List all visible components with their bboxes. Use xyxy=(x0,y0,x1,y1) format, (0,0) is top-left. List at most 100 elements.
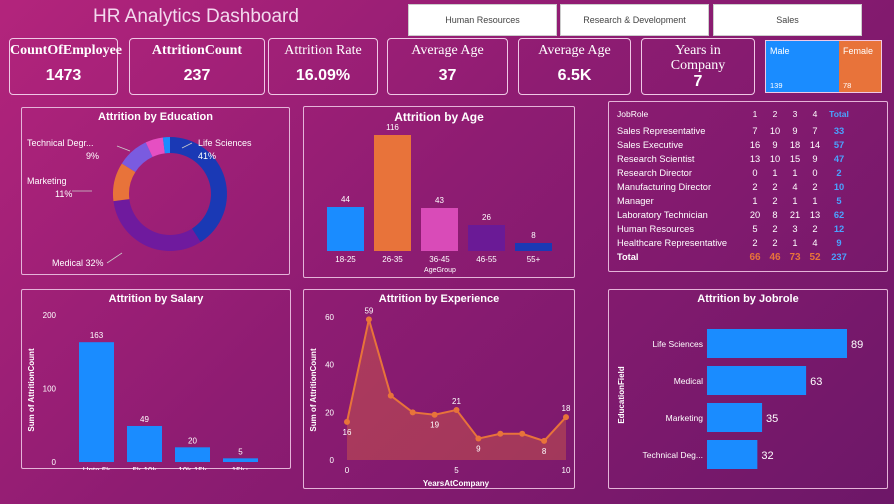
education-donut-chart: Life Sciences 41% Medical 32% Marketing 11% T… xyxy=(27,137,252,268)
cell-value: 1 xyxy=(792,168,798,178)
row-label: Total xyxy=(617,252,639,262)
bar xyxy=(175,447,210,462)
cell-value: 1 xyxy=(792,196,798,206)
table-row[interactable]: Human Resources 5 2 3 2 12 xyxy=(617,222,853,236)
dashboard-title: HR Analytics Dashboard xyxy=(93,6,299,27)
y-tick-label: 0 xyxy=(330,456,335,465)
cell-value: 20 xyxy=(749,210,761,220)
cell-value: 0 xyxy=(752,168,758,178)
cell-value: 3 xyxy=(792,224,798,234)
table-row[interactable]: Manager 1 2 1 1 5 xyxy=(617,194,853,208)
cell-value: 46 xyxy=(769,251,781,263)
kpi-value: 1473 xyxy=(45,67,82,84)
bar-value-label: 35 xyxy=(766,413,778,425)
bar xyxy=(707,329,847,358)
data-point xyxy=(365,316,372,323)
cell-value: 4 xyxy=(812,238,818,248)
cell-value: 21 xyxy=(789,210,801,220)
row-label: Healthcare Representative xyxy=(617,238,728,248)
cell-value: 9 xyxy=(812,154,818,164)
x-axis-title: YearsAtCompany xyxy=(423,479,490,488)
data-point xyxy=(519,430,526,437)
y-tick-label: Medical xyxy=(674,376,703,386)
table-row[interactable]: Manufacturing Director 2 2 4 2 10 xyxy=(617,180,853,194)
cell-value: Total xyxy=(829,109,849,119)
cell-value: 10 xyxy=(833,182,845,192)
row-label: Laboratory Technician xyxy=(617,210,708,220)
cell-value: 73 xyxy=(789,251,801,263)
jobrole-bar-chart: EducationField Life Sciences 89 Medical 63 Ma… xyxy=(617,329,863,469)
cell-value: 1 xyxy=(752,196,758,206)
table-row[interactable]: Laboratory Technician 20 8 21 13 62 xyxy=(617,208,853,222)
data-point xyxy=(541,437,548,444)
table-row[interactable]: Sales Executive 16 9 18 14 57 xyxy=(617,138,853,152)
cell-value: 2 xyxy=(836,168,842,178)
x-tick-label: Upto 5k xyxy=(83,466,112,470)
experience-area-chart: 0 20 40 60 0 5 10 Sum of AttritionCount YearsAtC… xyxy=(309,306,571,488)
cell-value: 8 xyxy=(772,210,778,220)
donut-label: Life Sciences xyxy=(198,138,252,148)
cell-value: 62 xyxy=(833,210,845,220)
cell-value: 9 xyxy=(772,140,778,150)
x-tick-label: 26-35 xyxy=(382,255,403,264)
bar-value-label: 32 xyxy=(761,450,773,462)
x-tick-label: 18-25 xyxy=(335,255,356,264)
age-bar-chart: 44 18-25 116 26-35 43 36-45 26 46-55 8 55+ AgeGrou… xyxy=(327,123,552,274)
slicer-sales[interactable]: Sales xyxy=(713,4,862,36)
bar xyxy=(707,366,807,395)
y-tick-label: 20 xyxy=(325,408,334,417)
cell-value: 2 xyxy=(772,224,778,234)
y-axis-title: EducationField xyxy=(617,366,626,423)
table-header-row[interactable]: JobRole 1 2 3 4 Total xyxy=(617,104,853,124)
bar xyxy=(79,342,114,462)
gender-male-label: Male xyxy=(770,46,790,56)
row-label: Sales Executive xyxy=(617,140,684,150)
row-label: Sales Representative xyxy=(617,126,706,136)
table-row[interactable]: Sales Representative 7 10 9 7 33 xyxy=(617,124,853,138)
bar-value-label: 43 xyxy=(435,196,444,205)
table-row[interactable]: Research Scientist 13 10 15 9 47 xyxy=(617,152,853,166)
slicer-research-development[interactable]: Research & Development xyxy=(560,4,709,36)
y-tick-label: Technical Deg... xyxy=(643,450,703,460)
cell-value: 9 xyxy=(836,238,842,248)
panel-jobrole-matrix: JobRole 1 2 3 4 Total Sales Representative 7 10 9… xyxy=(608,101,888,272)
bar-value-label: 89 xyxy=(851,339,863,351)
x-tick-label: 0 xyxy=(345,466,350,475)
row-label: Manager xyxy=(617,196,654,206)
kpi-attrition-count: AttritionCount 237 xyxy=(129,38,265,95)
bar-value-label: 63 xyxy=(810,376,822,388)
cell-value: 57 xyxy=(833,140,845,150)
y-tick-label: 40 xyxy=(325,361,334,370)
gender-female-bar[interactable]: Female 78 xyxy=(839,41,881,92)
table-total-row[interactable]: Total 66 46 73 52 237 xyxy=(617,250,853,264)
cell-value: 18 xyxy=(789,140,801,150)
bar xyxy=(707,403,763,432)
gender-male-bar[interactable]: Male 139 xyxy=(766,41,839,92)
bar-value-label: 116 xyxy=(386,123,399,132)
bar xyxy=(223,458,258,462)
cell-value: 52 xyxy=(809,251,821,263)
x-tick-label: 10 xyxy=(562,466,571,475)
table-row[interactable]: Research Director 0 1 1 0 2 xyxy=(617,166,853,180)
kpi-value: 37 xyxy=(438,67,457,84)
cell-value: 2 xyxy=(772,196,778,206)
row-label: JobRole xyxy=(617,109,649,119)
row-label: Human Resources xyxy=(617,224,694,234)
data-point-label: 19 xyxy=(430,421,439,430)
cell-value: 13 xyxy=(749,154,761,164)
panel-attrition-by-education: Attrition by Education Life Sciences 41% M… xyxy=(21,107,290,275)
slicer-human-resources[interactable]: Human Resources xyxy=(408,4,557,36)
bar-value-label: 26 xyxy=(482,213,491,222)
kpi-years-in-company: Years in Company 7 xyxy=(641,38,755,95)
x-tick-label: 10k-15k xyxy=(178,466,207,470)
cell-value: 1 xyxy=(812,196,818,206)
panel-attrition-by-age: Attrition by Age 44 18-25 116 26-35 43 36-45 2… xyxy=(303,106,575,278)
cell-value: 2 xyxy=(772,182,778,192)
salary-bar-chart: 0 100 200 Sum of AttritionCount 163 Upto 5k 49… xyxy=(27,311,258,470)
table-row[interactable]: Healthcare Representative 2 2 1 4 9 xyxy=(617,236,853,250)
x-tick-label: 5 xyxy=(454,466,459,475)
kpi-label: CountOfEmployee xyxy=(10,43,122,58)
cell-value: 2 xyxy=(812,182,818,192)
bar xyxy=(374,135,411,251)
kpi-value: 7 xyxy=(693,73,703,90)
